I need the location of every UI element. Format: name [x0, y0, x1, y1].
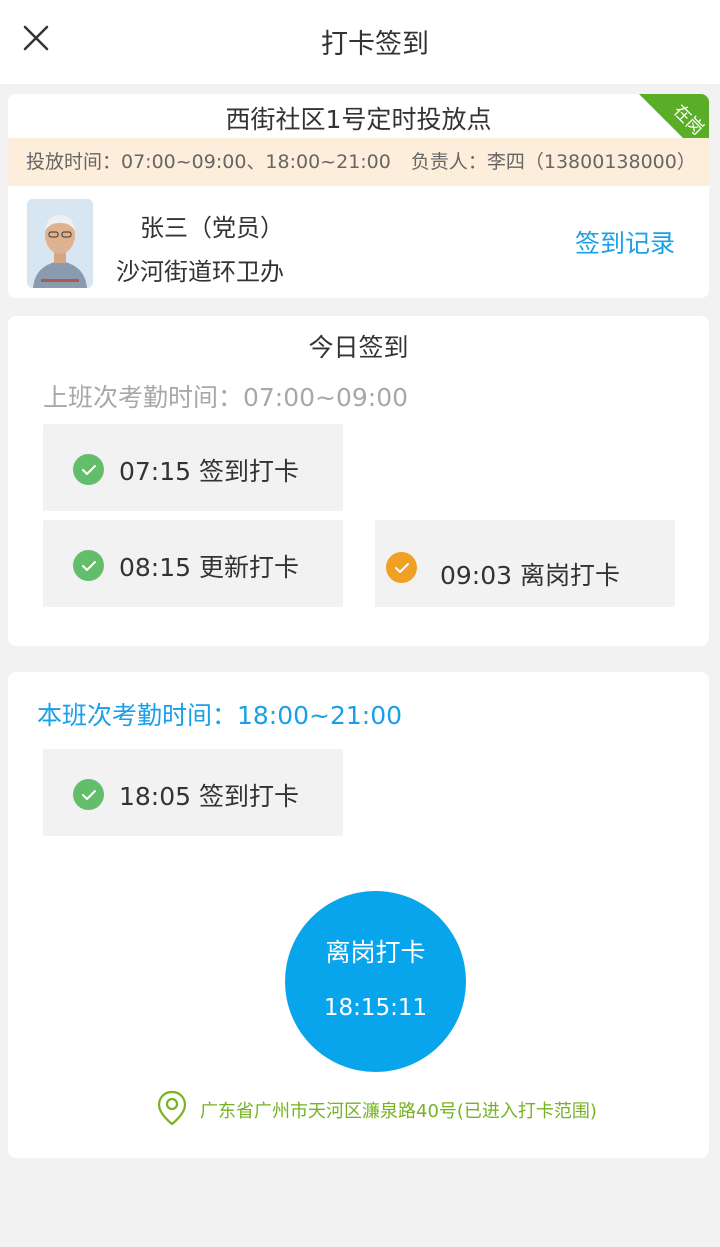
user-name: 张三（党员）: [140, 214, 284, 242]
check-icon: [73, 779, 104, 810]
punch-record: 09:03 离岗打卡: [375, 520, 675, 607]
punch-text: 08:15 更新打卡: [119, 553, 299, 582]
current-shift-card: 本班次考勤时间：18:00~21:00 18:05 签到打卡 离岗打卡 18:1…: [8, 672, 709, 1158]
page-title: 打卡签到: [321, 29, 429, 60]
drop-time: 投放时间：07:00~09:00、18:00~21:00: [26, 151, 391, 173]
station-card: 西街社区1号定时投放点 在岗 投放时间：07:00~09:00、18:00~21…: [8, 94, 709, 298]
manager-info: 负责人：李四（13800138000）: [410, 151, 696, 173]
sign-records-link[interactable]: 签到记录: [575, 224, 675, 260]
punch-record: 07:15 签到打卡: [43, 424, 343, 511]
schedule-bar: 投放时间：07:00~09:00、18:00~21:00 负责人：李四（13800…: [8, 138, 709, 186]
avatar: [27, 199, 93, 288]
punch-button-label: 离岗打卡: [325, 938, 426, 967]
shift1-time-label: 上班次考勤时间：07:00~09:00: [43, 383, 409, 412]
station-name: 西街社区1号定时投放点: [225, 105, 492, 134]
location-text: 广东省广州市天河区濂泉路40号(已进入打卡范围): [200, 1101, 597, 1122]
app-header: 打卡签到: [0, 0, 720, 84]
user-org: 沙河街道环卫办: [116, 258, 284, 286]
punch-text: 09:03 离岗打卡: [440, 561, 620, 590]
location-pin-icon: [156, 1090, 188, 1130]
check-icon: [386, 552, 417, 583]
punch-record: 18:05 签到打卡: [43, 749, 343, 836]
today-signin-card: 今日签到 上班次考勤时间：07:00~09:00 07:15 签到打卡 08:1…: [8, 316, 709, 646]
leave-post-punch-button[interactable]: 离岗打卡 18:15:11: [285, 891, 466, 1072]
punch-text: 18:05 签到打卡: [119, 782, 299, 811]
shift2-time-label: 本班次考勤时间：18:00~21:00: [37, 701, 403, 730]
section-title: 今日签到: [308, 333, 409, 362]
punch-button-time: 18:15:11: [323, 995, 428, 1021]
punch-text: 07:15 签到打卡: [119, 457, 299, 486]
check-icon: [73, 550, 104, 581]
punch-record: 08:15 更新打卡: [43, 520, 343, 607]
check-icon: [73, 454, 104, 485]
